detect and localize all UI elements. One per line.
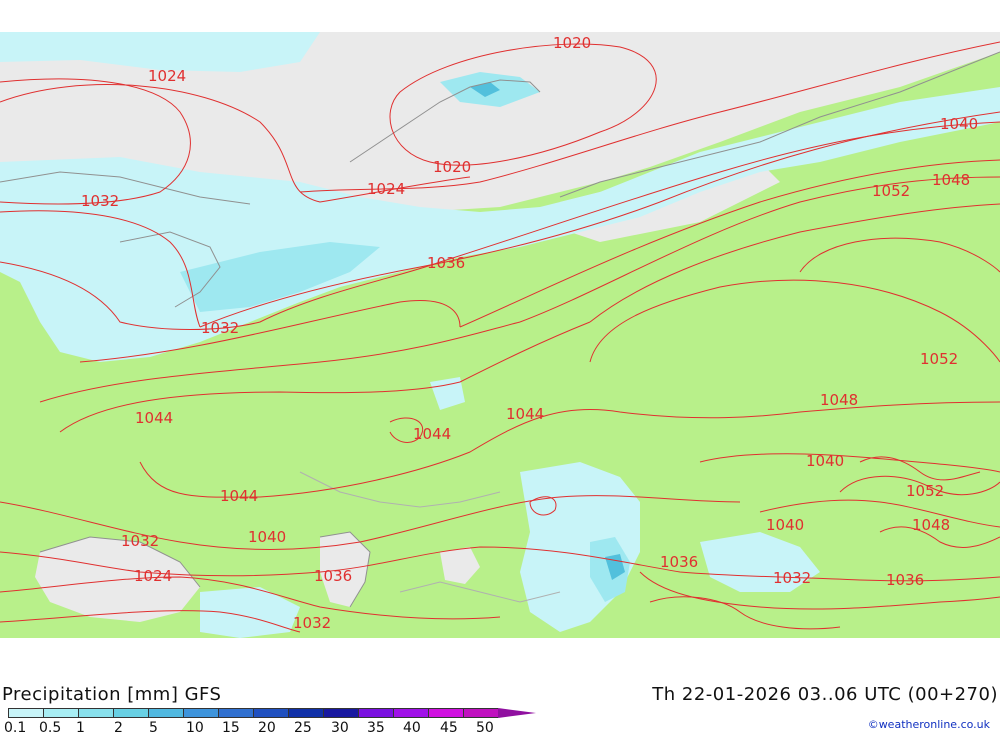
colorbar-swatch	[358, 708, 393, 718]
valid-time: Th 22-01-2026 03..06 UTC (00+270)	[652, 684, 998, 705]
legend-footer: Precipitation [mm] GFS Th 22-01-2026 03.…	[0, 640, 1000, 736]
colorbar-swatch	[8, 708, 43, 718]
colorbar-label: 0.5	[39, 720, 62, 736]
colorbar-swatch	[323, 708, 358, 718]
isobar-label: 1040	[766, 516, 804, 534]
isobar-label: 1040	[248, 528, 286, 546]
colorbar-swatch	[463, 708, 498, 718]
isobar-label: 1032	[201, 319, 239, 337]
isobar-label: 1032	[773, 569, 811, 587]
isobar-label: 1044	[506, 405, 544, 423]
isobar-label: 1048	[820, 391, 858, 409]
colorbar-label: 20	[258, 720, 276, 736]
colorbar-swatch	[218, 708, 253, 718]
colorbar-label: 2	[114, 720, 123, 736]
credit-link[interactable]: ©weatheronline.co.uk	[868, 718, 990, 731]
colorbar-swatch	[428, 708, 463, 718]
isobar-label: 1024	[134, 567, 172, 585]
isobar-label: 1032	[293, 614, 331, 632]
colorbar-swatch	[393, 708, 428, 718]
colorbar-swatch	[113, 708, 148, 718]
isobar-label: 1032	[121, 532, 159, 550]
colorbar-label: 15	[222, 720, 240, 736]
isobar-label: 1048	[932, 171, 970, 189]
isobar-label: 1052	[872, 182, 910, 200]
colorbar-label: 50	[476, 720, 494, 736]
isobar-label: 1052	[906, 482, 944, 500]
isobar-label: 1024	[367, 180, 405, 198]
colorbar-swatch	[183, 708, 218, 718]
precipitation-colorbar	[8, 708, 536, 718]
isobar-label: 1044	[135, 409, 173, 427]
isobar-label: 1024	[148, 67, 186, 85]
colorbar-label: 1	[76, 720, 85, 736]
colorbar-label: 10	[186, 720, 204, 736]
isobar-label: 1044	[220, 487, 258, 505]
isobar-label: 1036	[314, 567, 352, 585]
colorbar-swatch	[148, 708, 183, 718]
colorbar-arrow	[498, 708, 536, 718]
isobar-label: 1036	[660, 553, 698, 571]
isobar-label: 1036	[427, 254, 465, 272]
map-title: Precipitation [mm] GFS	[2, 684, 222, 705]
colorbar-label: 35	[367, 720, 385, 736]
colorbar-label: 30	[331, 720, 349, 736]
isobar-label: 1044	[413, 425, 451, 443]
isobar-label: 1048	[912, 516, 950, 534]
colorbar-labels: 0.1 0.5 1 2 5 10 15 20 25 30 35 40 45 50	[0, 720, 520, 736]
colorbar-label: 5	[149, 720, 158, 736]
colorbar-label: 25	[294, 720, 312, 736]
isobar-label: 1052	[920, 350, 958, 368]
isobar-label: 1032	[81, 192, 119, 210]
isobar-label: 1036	[886, 571, 924, 589]
isobar-label: 1020	[433, 158, 471, 176]
colorbar-swatch	[78, 708, 113, 718]
colorbar-label: 40	[403, 720, 421, 736]
colorbar-label: 0.1	[4, 720, 27, 736]
colorbar-label: 45	[440, 720, 458, 736]
colorbar-swatch	[253, 708, 288, 718]
isobar-label: 1020	[553, 34, 591, 52]
precipitation-map: 1020 1020 1024 1024 1032 1032 1036 1040 …	[0, 32, 1000, 638]
colorbar-swatch	[43, 708, 78, 718]
colorbar-swatch	[288, 708, 323, 718]
isobar-label: 1040	[940, 115, 978, 133]
